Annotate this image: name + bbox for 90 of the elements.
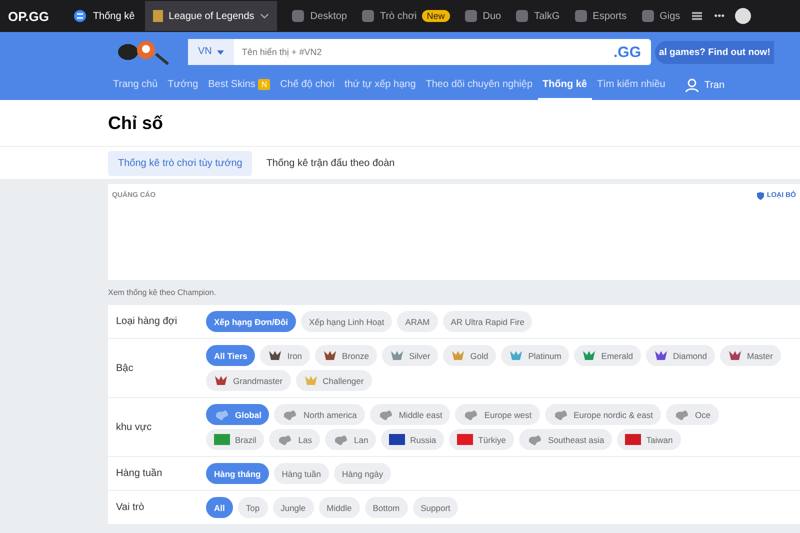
map-icon	[332, 434, 349, 446]
game-selector[interactable]: League of Legends	[144, 1, 278, 31]
more-menu[interactable]: •••	[714, 10, 725, 22]
app-icon	[464, 9, 478, 23]
filter-label: Vai trò	[115, 502, 146, 513]
filter-chip[interactable]: Oce	[666, 404, 719, 425]
nav-tab[interactable]: Chế độ chơi	[275, 70, 340, 100]
filter-chip[interactable]: Bronze	[315, 345, 377, 366]
filter-chip[interactable]: Xếp hạng Linh Hoạt	[301, 311, 392, 332]
filter-chip[interactable]: Hàng ngày	[334, 463, 392, 484]
filter-chip[interactable]: Master	[720, 345, 781, 366]
hint-text: Xem thống kê theo Champion.	[108, 288, 218, 297]
filter-chip[interactable]: Las	[269, 429, 320, 450]
user-icon	[684, 77, 700, 93]
filter-chip[interactable]: Brazil	[206, 429, 264, 450]
filter-chip[interactable]: All	[206, 497, 233, 518]
filter-chip[interactable]: Middle	[318, 497, 360, 518]
filter-chip[interactable]: Global	[206, 404, 270, 425]
nav-tab[interactable]: thứ tự xếp hạng	[340, 70, 421, 100]
app-icon	[291, 9, 306, 23]
shield-icon	[756, 192, 764, 200]
filter-chip[interactable]: Top	[238, 497, 268, 518]
filter-chip[interactable]: Iron	[260, 345, 310, 366]
stats-tab[interactable]: Thống kê trận đấu theo đoàn	[256, 150, 405, 176]
map-icon	[527, 434, 544, 446]
user-name[interactable]: Tran	[704, 80, 725, 90]
search-field[interactable]: VN Tên hiển thị + #VN2 .GG	[188, 39, 651, 65]
app-icon	[515, 9, 530, 23]
filter-chip[interactable]: Southeast asia	[519, 429, 612, 450]
filter-chip[interactable]: Taiwan	[617, 429, 681, 450]
filter-chip[interactable]: Middle east	[370, 404, 450, 425]
map-icon	[674, 408, 690, 420]
filter-chip[interactable]: Türkiye	[449, 429, 514, 450]
section-label[interactable]: Thống kê	[92, 10, 135, 22]
page-title: Chỉ số	[108, 112, 164, 134]
nav-tab[interactable]: Tướng	[162, 70, 204, 100]
map-icon	[378, 408, 394, 420]
filter-chip[interactable]: Bottom	[364, 497, 408, 518]
filter-chip[interactable]: ARAM	[397, 311, 438, 332]
filter-chip[interactable]: All Tiers	[206, 345, 256, 366]
filter-chip[interactable]: Grandmaster	[206, 370, 291, 391]
filter-chip[interactable]: Europe west	[455, 404, 540, 425]
filter-chip[interactable]: Hàng tháng	[206, 463, 269, 484]
map-icon	[552, 408, 569, 420]
filter-chip[interactable]: Gold	[443, 345, 496, 366]
filter-chip[interactable]: Lan	[324, 429, 376, 450]
filter-chip[interactable]: Xếp hạng Đơn/Đôi	[206, 311, 296, 332]
app-icon	[574, 9, 588, 23]
filter-label: Hàng tuần	[115, 468, 164, 479]
filter-label: Bậc	[115, 362, 134, 374]
top-nav-item[interactable]: Desktop	[310, 10, 347, 22]
top-nav-item[interactable]: TalkG	[534, 10, 560, 22]
stack-icon[interactable]	[690, 9, 704, 23]
top-nav-item[interactable]: Gigs	[660, 10, 680, 22]
chevron-down-icon	[260, 13, 270, 19]
filter-label: khu vực	[115, 422, 153, 432]
app-icon	[640, 9, 655, 23]
map-icon	[463, 408, 480, 420]
map-icon	[214, 408, 230, 420]
nav-tab[interactable]: Trang chủ	[108, 70, 163, 100]
filter-chip[interactable]: Hàng tuần	[274, 463, 329, 484]
filter-chip[interactable]: Silver	[382, 345, 438, 366]
nav-tab[interactable]: Tìm kiếm nhiều	[592, 70, 670, 100]
new-badge: New	[422, 10, 450, 22]
filter-chip[interactable]: Jungle	[272, 497, 314, 518]
top-nav-item[interactable]: Esports	[592, 10, 627, 22]
top-nav-item[interactable]: Duo	[482, 10, 502, 22]
map-icon	[277, 434, 294, 446]
filter-chip[interactable]: Emerald	[574, 345, 641, 366]
nav-tab[interactable]: Theo dõi chuyên nghiệp	[420, 70, 538, 100]
gg-logo: .GG	[613, 44, 642, 60]
filter-chip[interactable]: Support	[412, 497, 458, 518]
filter-chip[interactable]: Russia	[381, 429, 444, 450]
profile-icon[interactable]	[734, 8, 751, 24]
filter-chip[interactable]: Challenger	[296, 370, 372, 391]
logo[interactable]: OP.GG	[8, 8, 49, 24]
filter-chip[interactable]: Platinum	[501, 345, 570, 366]
stats-tab[interactable]: Thống kê trò chơi tùy tướng	[108, 150, 252, 176]
caret-icon	[216, 50, 224, 54]
top-nav-item[interactable]: Trò chơi	[380, 10, 417, 22]
filter-chip[interactable]: North america	[274, 404, 365, 425]
map-icon	[282, 408, 298, 420]
filter-label: Loại hàng đợi	[115, 316, 178, 327]
promo-banner[interactable]: al games? Find out now!	[655, 40, 774, 64]
app-icon	[360, 9, 375, 23]
nav-tab[interactable]: Best Skins N	[203, 70, 276, 100]
region-dropdown[interactable]: VN	[188, 39, 234, 65]
filter-chip[interactable]: AR Ultra Rapid Fire	[442, 311, 532, 332]
filter-chip[interactable]: Diamond	[646, 345, 715, 366]
filter-chip[interactable]: Europe nordic & east	[544, 404, 661, 425]
